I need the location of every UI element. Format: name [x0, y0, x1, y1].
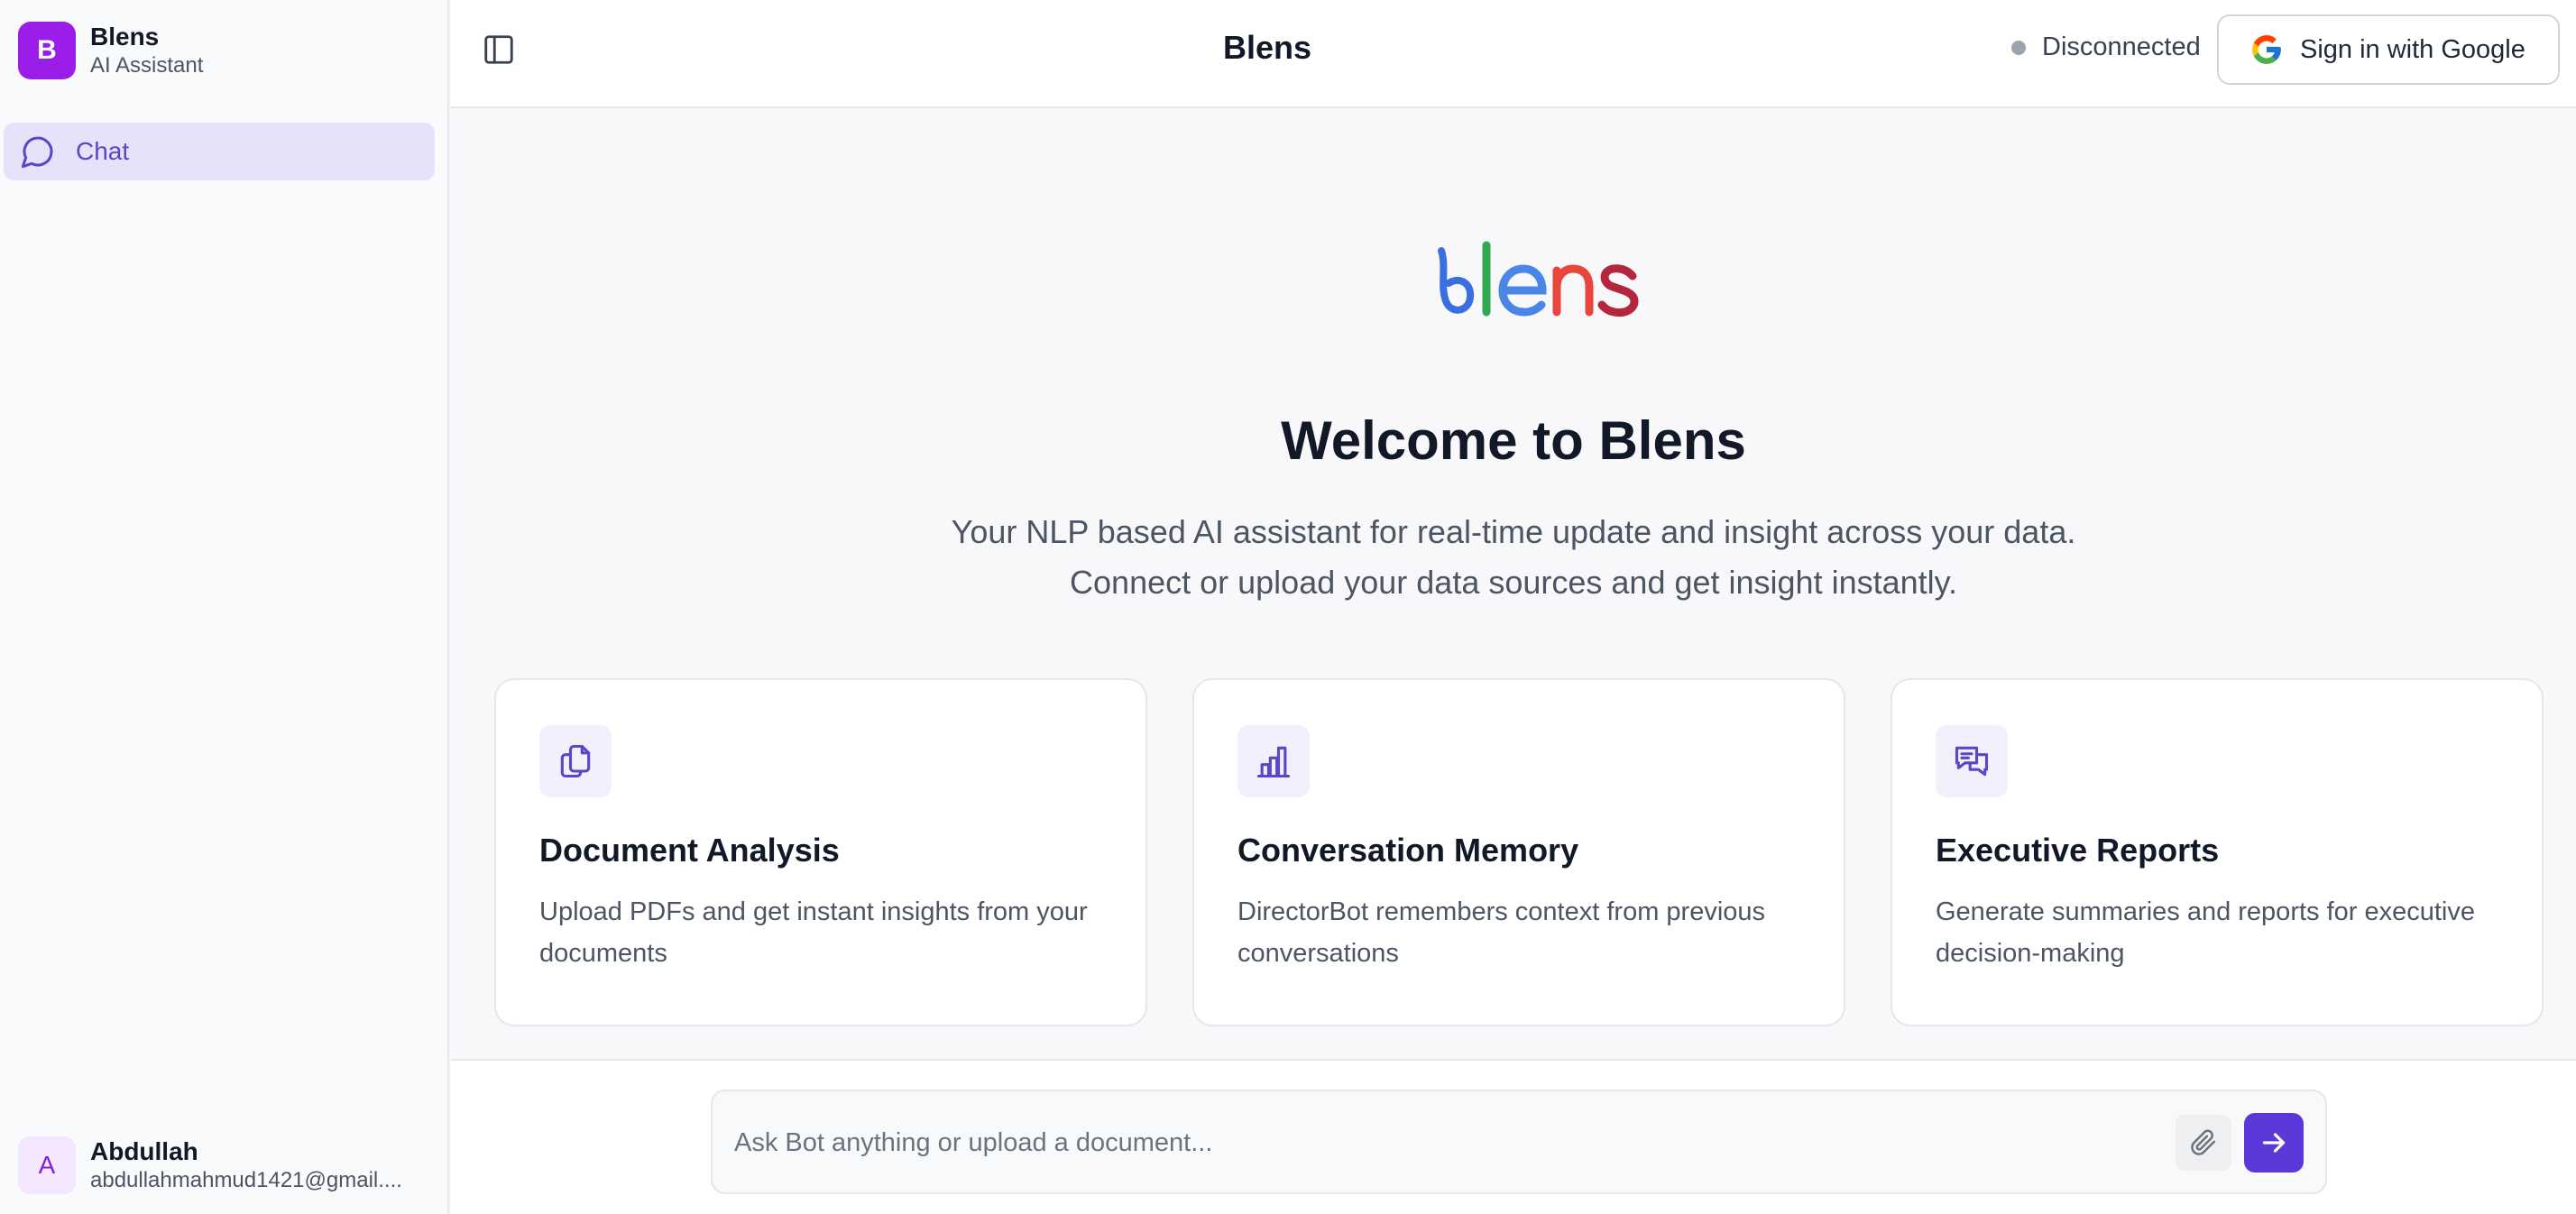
- feature-card-document-analysis: Document Analysis Upload PDFs and get in…: [494, 678, 1147, 1026]
- card-description: Generate summaries and reports for execu…: [1936, 897, 2475, 968]
- send-button[interactable]: [2244, 1113, 2304, 1173]
- brand-avatar: B: [18, 22, 76, 79]
- sidebar: B Blens AI Assistant Chat A Abdullah abd…: [0, 0, 449, 1214]
- attach-button[interactable]: [2176, 1115, 2231, 1171]
- blens-logo: [1438, 241, 1639, 317]
- top-header: Blens Disconnected Sign in with Google: [451, 0, 2576, 108]
- main-content: Welcome to Blens Your NLP based AI assis…: [451, 110, 2576, 1059]
- composer-bar: [451, 1059, 2576, 1214]
- sidebar-item-label: Chat: [76, 137, 130, 165]
- sign-in-label: Sign in with Google: [2300, 34, 2525, 64]
- chat-bubble-icon: [21, 136, 53, 169]
- card-icon-box: [539, 725, 612, 797]
- user-name: Abdullah: [90, 1137, 198, 1165]
- chat-input[interactable]: [734, 1118, 2087, 1167]
- feature-card-conversation-memory: Conversation Memory DirectorBot remember…: [1192, 678, 1845, 1026]
- bar-chart-icon: [1256, 746, 1291, 778]
- arrow-right-icon: [2262, 1133, 2286, 1153]
- google-icon: [2252, 35, 2281, 64]
- user-text: Abdullah abdullahmahmud1421@gmail....: [90, 1136, 415, 1194]
- page-title: Blens: [1223, 29, 1312, 66]
- welcome-subtitle: Your NLP based AI assistant for real-tim…: [451, 507, 2576, 608]
- sidebar-toggle-icon[interactable]: [482, 32, 516, 67]
- composer-box: [711, 1090, 2327, 1194]
- paperclip-icon: [2191, 1129, 2215, 1155]
- documents-icon: [560, 744, 591, 778]
- card-description: Upload PDFs and get instant insights fro…: [539, 897, 1088, 968]
- avatar: A: [18, 1136, 76, 1194]
- subtitle-line-1: Your NLP based AI assistant for real-tim…: [951, 513, 2076, 550]
- sign-in-google-button[interactable]: Sign in with Google: [2217, 14, 2560, 85]
- connection-status: Disconnected: [2011, 32, 2201, 62]
- user-profile[interactable]: A Abdullah abdullahmahmud1421@gmail....: [18, 1136, 415, 1194]
- card-title: Executive Reports: [1936, 832, 2220, 869]
- feature-card-executive-reports: Executive Reports Generate summaries and…: [1891, 678, 2544, 1026]
- card-icon-box: [1936, 725, 2008, 797]
- user-email: abdullahmahmud1421@gmail....: [90, 1168, 402, 1192]
- brand-subtitle: AI Assistant: [90, 53, 204, 78]
- brand-name: Blens: [90, 23, 160, 51]
- card-description: DirectorBot remembers context from previ…: [1237, 897, 1766, 968]
- card-icon-box: [1237, 725, 1310, 797]
- status-dot-icon: [2011, 40, 2026, 55]
- card-title: Document Analysis: [539, 832, 840, 869]
- brand-text: Blens AI Assistant: [90, 22, 203, 79]
- sidebar-item-chat[interactable]: Chat: [4, 123, 435, 180]
- card-title: Conversation Memory: [1237, 832, 1579, 869]
- welcome-heading: Welcome to Blens: [1281, 410, 1746, 471]
- brand: B Blens AI Assistant: [18, 22, 203, 79]
- status-text: Disconnected: [2042, 32, 2201, 61]
- messages-icon: [1955, 746, 1989, 777]
- subtitle-line-2: Connect or upload your data sources and …: [1070, 564, 1957, 601]
